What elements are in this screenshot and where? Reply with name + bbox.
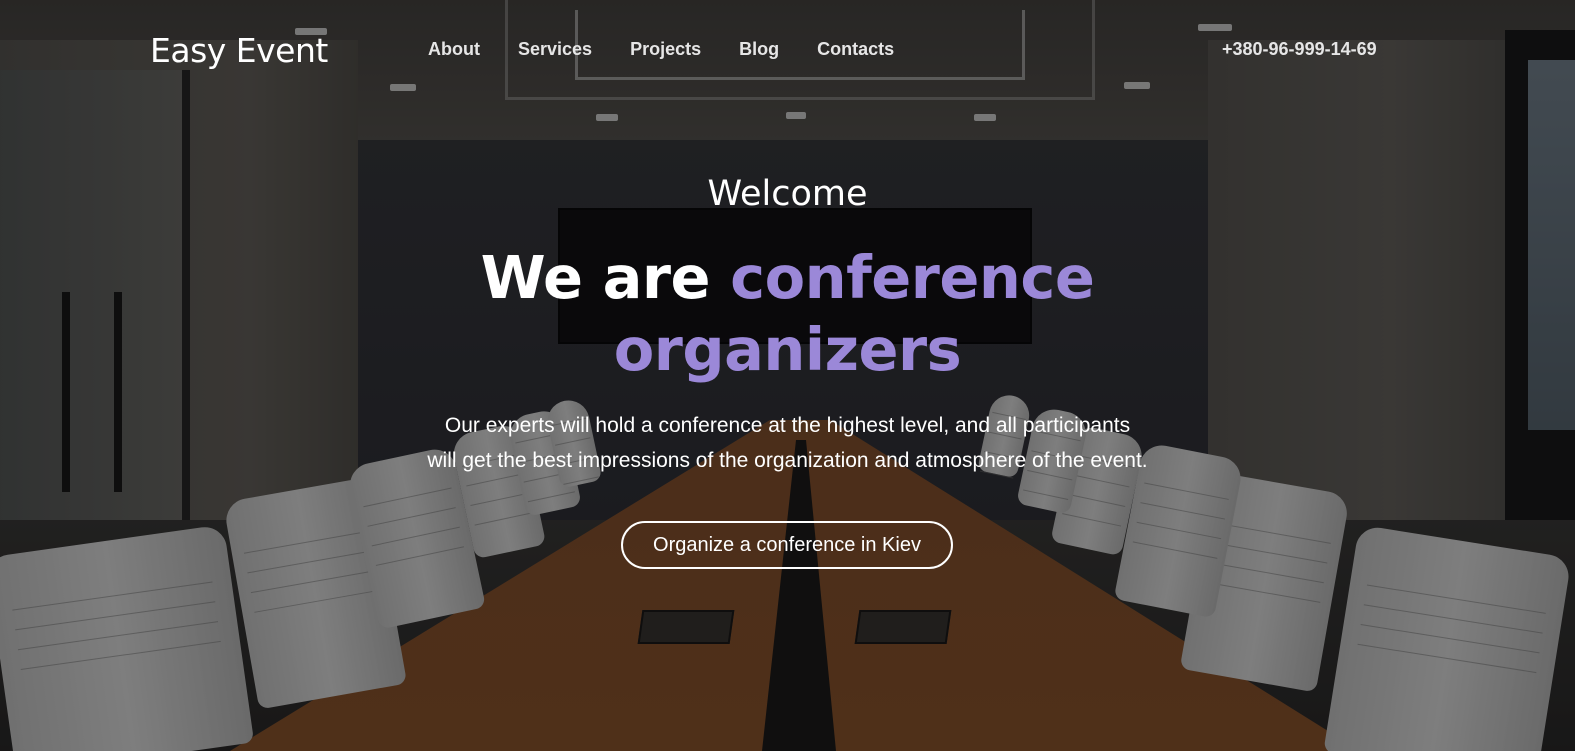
- hero-headline: We are conference organizers: [0, 242, 1575, 386]
- headline-accent: organizers: [613, 315, 962, 384]
- nav-link-blog[interactable]: Blog: [739, 39, 779, 60]
- main-nav: About Services Projects Blog Contacts: [428, 39, 894, 60]
- site-header: Easy Event About Services Projects Blog …: [0, 0, 1575, 100]
- nav-link-projects[interactable]: Projects: [630, 39, 701, 60]
- hero-description: Our experts will hold a conference at th…: [0, 408, 1575, 478]
- nav-link-contacts[interactable]: Contacts: [817, 39, 894, 60]
- headline-accent: conference: [730, 243, 1095, 312]
- description-line: will get the best impressions of the org…: [427, 449, 1148, 472]
- hero-content: Welcome We are conference organizers Our…: [0, 0, 1575, 751]
- organize-conference-button[interactable]: Organize a conference in Kiev: [621, 521, 953, 569]
- nav-link-about[interactable]: About: [428, 39, 480, 60]
- headline-plain: We are: [480, 243, 711, 312]
- phone-link[interactable]: +380-96-999-14-69: [1222, 39, 1377, 60]
- logo[interactable]: Easy Event: [150, 31, 328, 70]
- hero-section: Easy Event About Services Projects Blog …: [0, 0, 1575, 751]
- nav-link-services[interactable]: Services: [518, 39, 592, 60]
- welcome-text: Welcome: [707, 174, 868, 214]
- description-line: Our experts will hold a conference at th…: [444, 414, 1131, 437]
